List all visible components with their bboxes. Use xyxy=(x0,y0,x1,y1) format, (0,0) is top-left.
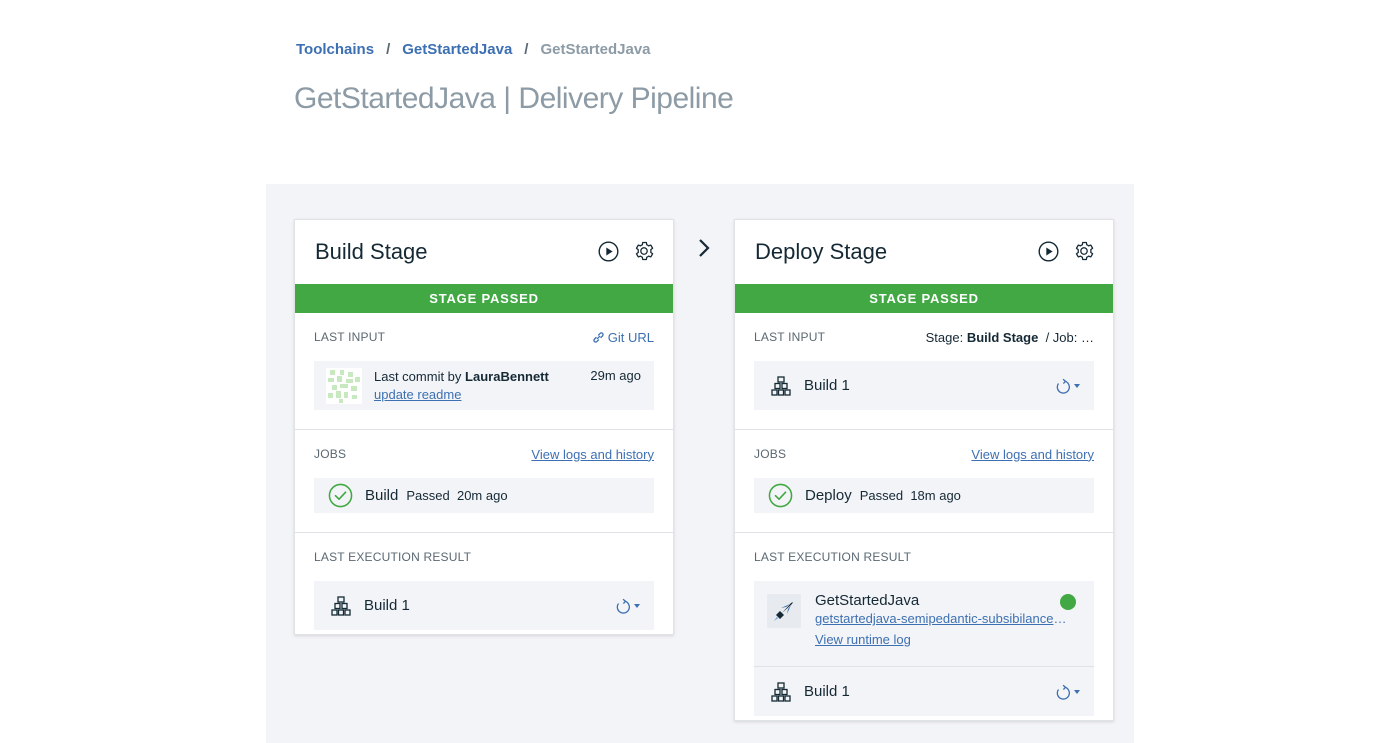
git-url-link[interactable]: Git URL xyxy=(592,330,654,345)
job-item[interactable]: Deploy Passed 18m ago xyxy=(754,478,1094,513)
job-name: Deploy xyxy=(805,487,852,504)
job-status: Passed 18m ago xyxy=(860,488,961,503)
job-status: Passed 20m ago xyxy=(406,488,507,503)
app-result-card: GetStartedJava getstartedjava-semipedant… xyxy=(754,581,1094,666)
build-icon xyxy=(771,681,791,702)
view-logs-link[interactable]: View logs and history xyxy=(971,447,1094,462)
breadcrumb-separator: / xyxy=(524,41,529,58)
app-name: GetStartedJava xyxy=(815,592,920,609)
commit-author: LauraBennett xyxy=(465,368,549,384)
runtime-log-link[interactable]: View runtime log xyxy=(815,632,1067,647)
job-status-text: Passed xyxy=(406,488,450,503)
rollback-menu[interactable] xyxy=(614,598,640,614)
section-label: LAST EXECUTION RESULT xyxy=(314,550,472,564)
build-result-card: Build 1 xyxy=(314,581,654,630)
git-url-label: Git URL xyxy=(607,329,654,345)
input-stage-prefix: Stage: xyxy=(925,329,964,345)
commit-text: Last commit by LauraBennett update readm… xyxy=(374,368,549,404)
gear-icon[interactable] xyxy=(633,240,655,262)
app-url-link[interactable]: getstartedjava-semipedantic-subsibilance… xyxy=(815,611,1067,626)
stage-title: Deploy Stage xyxy=(755,239,888,264)
breadcrumb-toolchains[interactable]: Toolchains xyxy=(296,41,374,58)
commit-time: 29m ago xyxy=(590,368,641,383)
build-icon xyxy=(771,375,791,396)
stage-title: Build Stage xyxy=(315,239,428,264)
jobs-section: JOBS View logs and history Deploy Passed… xyxy=(735,430,1113,533)
breadcrumb: Toolchains / GetStartedJava / GetStarted… xyxy=(296,41,651,58)
pipeline-canvas: Build Stage STAGE PASSED LAST INPUT Git … xyxy=(266,184,1134,743)
stage-header: Deploy Stage xyxy=(735,220,1113,284)
run-stage-icon[interactable] xyxy=(597,240,619,262)
chevron-down-icon xyxy=(634,603,640,608)
commit-prefix: Last commit by xyxy=(374,368,462,384)
check-circle-icon xyxy=(328,483,353,508)
rollback-icon xyxy=(616,598,630,614)
view-logs-link[interactable]: View logs and history xyxy=(531,447,654,462)
input-build-card: Build 1 xyxy=(754,361,1094,410)
stage-actions xyxy=(1037,240,1095,262)
build-name: Build 1 xyxy=(364,597,410,614)
input-job-part: / Job: … xyxy=(1045,329,1094,345)
build-icon xyxy=(331,595,351,616)
job-time: 20m ago xyxy=(456,488,508,503)
section-label: JOBS xyxy=(314,447,347,461)
input-stage-name: Build Stage xyxy=(966,329,1039,345)
breadcrumb-current: GetStartedJava xyxy=(540,41,651,58)
last-execution-section: LAST EXECUTION RESULT GetStartedJava get… xyxy=(735,533,1113,716)
build-result-card: Build 1 xyxy=(754,667,1094,716)
check-circle-icon xyxy=(768,483,793,508)
gear-icon[interactable] xyxy=(1073,240,1095,262)
last-input-section: LAST INPUT Git URL Last commit by LauraB… xyxy=(295,313,673,430)
rollback-menu[interactable] xyxy=(1054,378,1080,394)
chevron-right-icon xyxy=(699,239,710,257)
stage-actions xyxy=(597,240,655,262)
section-label: LAST EXECUTION RESULT xyxy=(754,550,912,564)
chevron-down-icon xyxy=(1074,383,1080,388)
page-title: GetStartedJava | Delivery Pipeline xyxy=(294,82,734,115)
section-label: LAST INPUT xyxy=(754,330,826,344)
stage-status-bar: STAGE PASSED xyxy=(295,284,673,313)
run-stage-icon[interactable] xyxy=(1037,240,1059,262)
rollback-icon xyxy=(1056,684,1070,700)
breadcrumb-separator: / xyxy=(386,41,391,58)
section-label: JOBS xyxy=(754,447,787,461)
jobs-section: JOBS View logs and history Build Passed … xyxy=(295,430,673,533)
rollback-menu[interactable] xyxy=(1054,684,1080,700)
job-time: 18m ago xyxy=(910,488,961,503)
deploy-stage-card: Deploy Stage STAGE PASSED LAST INPUT Sta… xyxy=(734,219,1114,721)
chevron-down-icon xyxy=(1074,689,1080,694)
link-icon xyxy=(593,331,604,343)
app-info: GetStartedJava getstartedjava-semipedant… xyxy=(815,592,1067,647)
job-status-text: Passed xyxy=(859,488,904,503)
commit-card: Last commit by LauraBennett update readm… xyxy=(314,361,654,410)
job-name: Build xyxy=(365,487,399,504)
section-label: LAST INPUT xyxy=(314,330,386,344)
job-item[interactable]: Build Passed 20m ago xyxy=(314,478,654,513)
build-stage-card: Build Stage STAGE PASSED LAST INPUT Git … xyxy=(294,219,674,635)
breadcrumb-toolchain[interactable]: GetStartedJava xyxy=(402,41,512,58)
rocket-app-icon xyxy=(767,594,801,628)
input-stage-info: Stage: Build Stage / Job: … xyxy=(926,330,1094,345)
app-status-indicator xyxy=(1060,594,1076,610)
build-name: Build 1 xyxy=(804,377,850,394)
stage-status-bar: STAGE PASSED xyxy=(735,284,1113,313)
last-execution-section: LAST EXECUTION RESULT Build 1 xyxy=(295,533,673,630)
stage-header: Build Stage xyxy=(295,220,673,284)
last-input-section: LAST INPUT Stage: Build Stage / Job: … B… xyxy=(735,313,1113,430)
avatar xyxy=(326,367,362,404)
rollback-icon xyxy=(1056,378,1070,394)
build-name: Build 1 xyxy=(804,683,850,700)
commit-message-link[interactable]: update readme xyxy=(374,387,461,402)
